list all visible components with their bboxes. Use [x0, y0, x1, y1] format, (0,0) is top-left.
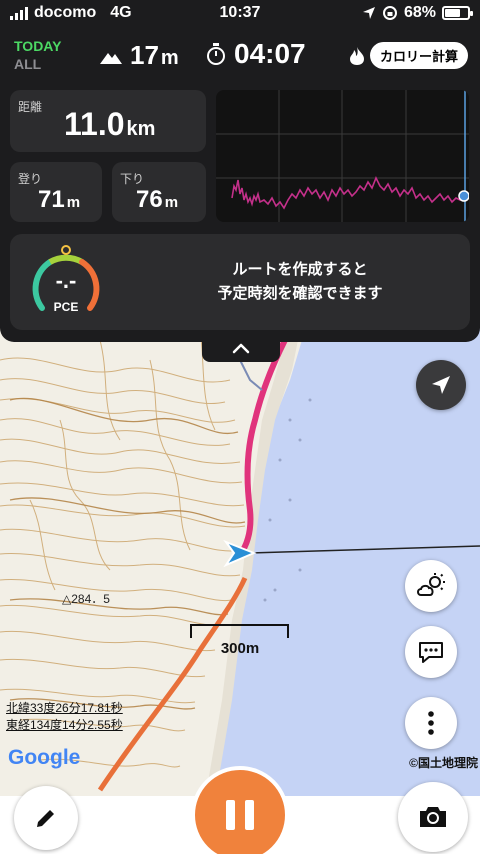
- elevation-chart-svg: [216, 90, 469, 222]
- today-toggle[interactable]: TODAY: [14, 38, 61, 54]
- pause-bar-left: [226, 800, 235, 830]
- altitude: 17 m: [100, 40, 179, 71]
- pce-message-line2: 予定時刻を確認できます: [217, 285, 383, 302]
- pause-bar-right: [245, 800, 254, 830]
- weather-button[interactable]: [405, 560, 457, 612]
- peak-label: △284．5: [62, 592, 110, 606]
- mountain-icon: [100, 53, 122, 64]
- pce-label: PCE: [53, 300, 79, 314]
- scale-bar: 300m: [190, 624, 290, 664]
- descent-value: 76: [136, 186, 163, 213]
- pce-message: ルートを作成すると 予定時刻を確認できます: [130, 258, 470, 306]
- elapsed-time: 04:07: [234, 38, 306, 69]
- battery-percent: 68%: [403, 4, 436, 21]
- collapse-panel-tab[interactable]: [202, 336, 280, 362]
- elevation-line: [231, 176, 464, 210]
- descent-label: 下り: [120, 172, 145, 186]
- battery-icon: [442, 6, 473, 20]
- pce-card: -.- PCE ルートを作成すると 予定時刻を確認できます: [10, 234, 470, 330]
- coordinates: 北緯33度26分17.81秒 東経134度14分2.55秒: [6, 700, 123, 734]
- more-button[interactable]: [405, 697, 457, 749]
- descent-unit: m: [164, 194, 179, 211]
- ascent-value: 71: [38, 186, 65, 213]
- chat-button[interactable]: [405, 626, 457, 678]
- camera-button[interactable]: [398, 782, 468, 852]
- longitude: 東経134度14分2.55秒: [6, 718, 123, 732]
- elapsed-timer: 04:07: [206, 38, 306, 70]
- weather-icon: [417, 573, 445, 596]
- distance-unit: km: [126, 118, 156, 140]
- altitude-value: 17: [130, 40, 159, 70]
- camera-icon: [420, 807, 446, 827]
- distance-value: 11.0: [64, 106, 125, 142]
- ascent-unit: m: [66, 194, 81, 211]
- altitude-unit: m: [160, 47, 179, 69]
- pencil-icon: [37, 810, 54, 827]
- latitude: 北緯33度26分17.81秒: [6, 701, 123, 715]
- location-arrow-icon: [362, 7, 375, 19]
- chat-bubble-icon: [419, 642, 443, 663]
- distance-label: 距離: [18, 100, 43, 114]
- google-logo: Google: [8, 746, 81, 769]
- stopwatch-icon: [207, 43, 225, 65]
- ascent-label: 登り: [18, 172, 43, 186]
- chart-cursor: [458, 190, 469, 202]
- status-bar: docomo 4G 10:37 68%: [0, 0, 480, 28]
- navigation-arrow-icon: [432, 376, 450, 394]
- descent-card: 下り 76 m: [112, 162, 206, 222]
- flame-icon: [349, 46, 364, 65]
- chevron-up-icon: [232, 343, 250, 354]
- distance-card: 距離 11.0 km: [10, 90, 206, 152]
- ascent-card: 登り 71 m: [10, 162, 102, 222]
- calorie-button[interactable]: カロリー計算: [369, 42, 468, 69]
- locate-button[interactable]: [416, 360, 466, 410]
- rotation-lock-icon: [382, 6, 397, 20]
- more-vertical-icon: [428, 711, 434, 735]
- map-copyright: ©国土地理院: [409, 756, 478, 770]
- edit-button[interactable]: [14, 786, 78, 850]
- all-toggle[interactable]: ALL: [14, 56, 41, 72]
- pce-value: -.-: [55, 268, 77, 293]
- stats-panel: docomo 4G 10:37 68% TODAY ALL 17 m 04:07…: [0, 0, 480, 342]
- scale-label: 300m: [220, 640, 260, 657]
- pce-message-line1: ルートを作成すると: [232, 261, 368, 278]
- elevation-chart[interactable]: [216, 90, 469, 222]
- pause-button[interactable]: [191, 766, 289, 854]
